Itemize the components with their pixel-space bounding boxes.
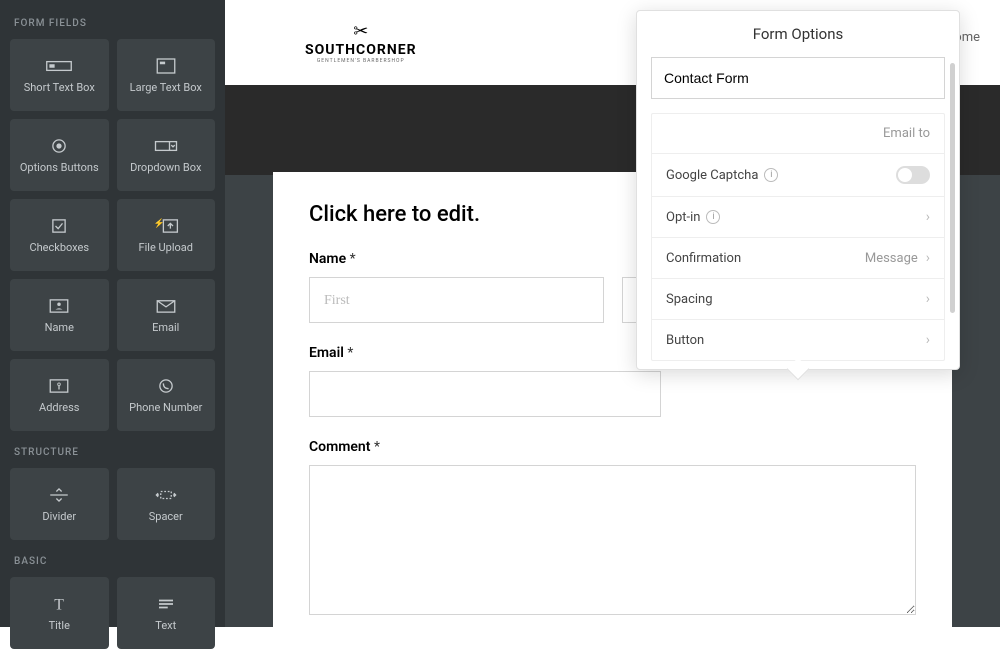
form-name-input[interactable]	[651, 57, 945, 99]
chevron-right-icon: ›	[926, 250, 930, 266]
spacer-icon	[152, 484, 180, 506]
basic-grid: TTitle Text	[10, 577, 215, 649]
name-icon	[45, 295, 73, 317]
tile-address[interactable]: Address	[10, 359, 109, 431]
logo-text: SOUTHCORNER	[305, 42, 417, 58]
info-icon[interactable]: i	[706, 210, 720, 224]
checkbox-icon	[45, 215, 73, 237]
divider-icon	[45, 484, 73, 506]
option-row-spacing[interactable]: Spacing ›	[652, 279, 944, 320]
tile-dropdown-box[interactable]: Dropdown Box	[117, 119, 216, 191]
scrollbar[interactable]	[950, 63, 955, 313]
sidebar: FORM FIELDS Short Text Box Large Text Bo…	[0, 0, 225, 627]
tile-options-buttons[interactable]: Options Buttons	[10, 119, 109, 191]
tile-title[interactable]: TTitle	[10, 577, 109, 649]
upload-icon: ⚡	[152, 215, 180, 237]
tile-phone-number[interactable]: Phone Number	[117, 359, 216, 431]
logo-scissors-icon: ✂	[305, 21, 417, 42]
tile-spacer[interactable]: Spacer	[117, 468, 216, 540]
email-input[interactable]	[309, 371, 661, 417]
short-text-icon	[45, 55, 73, 77]
form-fields-grid: Short Text Box Large Text Box Options Bu…	[10, 39, 215, 431]
option-row-button[interactable]: Button ›	[652, 320, 944, 360]
structure-grid: Divider Spacer	[10, 468, 215, 540]
section-title-form-fields: FORM FIELDS	[14, 18, 215, 29]
captcha-toggle[interactable]	[896, 166, 930, 184]
phone-icon	[152, 375, 180, 397]
first-name-input[interactable]	[309, 277, 604, 323]
tile-text[interactable]: Text	[117, 577, 216, 649]
tile-name[interactable]: Name	[10, 279, 109, 351]
section-title-structure: STRUCTURE	[14, 447, 215, 458]
large-text-icon	[152, 55, 180, 77]
option-row-google-captcha[interactable]: Google Captchai	[652, 154, 944, 197]
option-row-email-to[interactable]: Email to	[652, 114, 944, 154]
chevron-right-icon: ›	[926, 332, 930, 348]
radio-icon	[45, 135, 73, 157]
tile-divider[interactable]: Divider	[10, 468, 109, 540]
tile-large-text-box[interactable]: Large Text Box	[117, 39, 216, 111]
logo-subtitle: GENTLEMEN'S BARBERSHOP	[305, 58, 417, 64]
address-icon	[45, 375, 73, 397]
section-title-basic: BASIC	[14, 556, 215, 567]
tile-checkboxes[interactable]: Checkboxes	[10, 199, 109, 271]
title-icon: T	[45, 593, 73, 615]
comment-field-block: Comment *	[309, 439, 916, 619]
tile-file-upload[interactable]: ⚡File Upload	[117, 199, 216, 271]
comment-label: Comment *	[309, 439, 916, 455]
chevron-right-icon: ›	[926, 209, 930, 225]
chevron-right-icon: ›	[926, 291, 930, 307]
option-row-opt-in[interactable]: Opt-ini ›	[652, 197, 944, 238]
options-list: Email to Google Captchai Opt-ini › Confi…	[651, 113, 945, 361]
form-options-panel: Form Options Email to Google Captchai Op…	[636, 10, 960, 370]
logo: ✂ SOUTHCORNER GENTLEMEN'S BARBERSHOP	[305, 21, 417, 64]
tile-email[interactable]: Email	[117, 279, 216, 351]
info-icon[interactable]: i	[764, 168, 778, 182]
comment-textarea[interactable]	[309, 465, 916, 615]
dropdown-icon	[152, 135, 180, 157]
option-row-confirmation[interactable]: Confirmation Message›	[652, 238, 944, 279]
email-icon	[152, 295, 180, 317]
tile-short-text-box[interactable]: Short Text Box	[10, 39, 109, 111]
options-panel-title: Form Options	[637, 11, 959, 57]
svg-text:T: T	[54, 596, 64, 613]
text-icon	[152, 593, 180, 615]
